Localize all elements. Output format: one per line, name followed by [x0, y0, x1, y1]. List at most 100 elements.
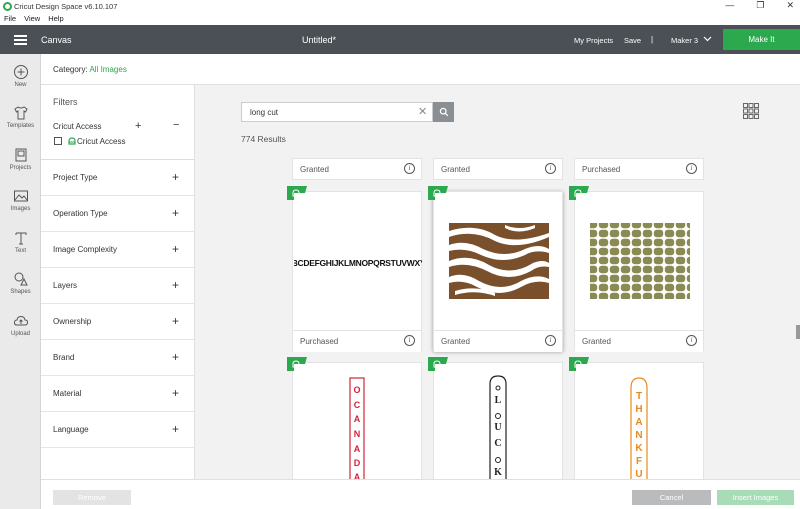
plus-icon[interactable]: +	[172, 242, 179, 256]
image-card-footer: Granted i	[575, 330, 703, 352]
search-input[interactable]: long cut	[250, 108, 278, 117]
ownership-status: Granted	[441, 337, 470, 346]
cricut-access-option-label: Cricut Access	[77, 137, 126, 146]
minus-icon[interactable]: −	[173, 119, 179, 131]
text-icon	[15, 232, 26, 245]
maximize-button[interactable]: ❐	[756, 0, 764, 11]
filter-operation-type[interactable]: Operation Type +	[41, 196, 195, 232]
menu-file[interactable]: File	[4, 14, 16, 25]
tool-text[interactable]: Text	[0, 230, 41, 254]
cricut-access-checkbox[interactable]	[54, 137, 62, 145]
image-card[interactable]: LUC KY	[428, 357, 563, 479]
image-card-footer: Purchased i	[293, 330, 421, 352]
info-icon[interactable]: i	[545, 335, 556, 346]
menu-bar: File View Help	[0, 14, 800, 25]
plus-icon[interactable]: +	[172, 206, 179, 220]
ownership-status: Granted	[441, 165, 470, 174]
menu-help[interactable]: Help	[48, 14, 63, 25]
app-header: Canvas Untitled* My Projects Save | Make…	[0, 25, 800, 54]
document-title[interactable]: Untitled*	[302, 35, 336, 45]
chevron-down-icon[interactable]	[703, 34, 712, 45]
info-icon[interactable]: i	[686, 163, 697, 174]
tool-shapes-label: Shapes	[10, 289, 31, 295]
tool-projects[interactable]: Projects	[0, 147, 41, 171]
tool-new[interactable]: New	[0, 64, 41, 88]
canvas-label: Canvas	[41, 35, 72, 45]
search-button[interactable]	[433, 102, 454, 122]
info-icon[interactable]: i	[545, 163, 556, 174]
tool-text-label: Text	[14, 248, 26, 254]
alphabet-image: ABCDEFGHIJKLMNOPQRSTUVWXYZ	[286, 193, 431, 329]
plus-icon[interactable]: +	[172, 170, 179, 184]
info-icon[interactable]: i	[404, 163, 415, 174]
tool-upload-label: Upload	[10, 331, 30, 337]
filter-language[interactable]: Language +	[41, 412, 195, 448]
minimize-button[interactable]: —	[725, 0, 734, 11]
image-card[interactable]: OCAN ADA	[287, 357, 422, 479]
tool-shapes[interactable]: Shapes	[0, 271, 41, 295]
cricut-app-icon	[3, 2, 12, 11]
image-card-footer: Granted i	[292, 158, 422, 180]
crocodile-skin-image	[576, 193, 702, 329]
filter-ownership[interactable]: Ownership +	[41, 304, 195, 340]
image-card[interactable]: ABCDEFGHIJKLMNOPQRSTUVWXYZ Purchased i	[286, 186, 431, 352]
results-scrollbar-thumb[interactable]	[796, 325, 800, 339]
image-card-footer: Granted i	[434, 330, 562, 352]
image-icon	[13, 190, 28, 202]
info-icon[interactable]: i	[404, 335, 415, 346]
ownership-status: Purchased	[300, 337, 339, 346]
menu-view[interactable]: View	[24, 14, 40, 25]
tool-templates[interactable]: Templates	[0, 105, 41, 129]
filter-brand[interactable]: Brand +	[41, 340, 195, 376]
category-label: Category: All Images	[53, 65, 127, 74]
image-card[interactable]: Granted i	[428, 186, 563, 352]
cricut-access-title: Cricut Access	[53, 122, 102, 131]
remove-button[interactable]: Remove	[53, 490, 131, 505]
close-window-button[interactable]: ✕	[786, 0, 794, 11]
filter-material[interactable]: Material +	[41, 376, 195, 412]
svg-text:U: U	[494, 422, 501, 433]
plus-icon[interactable]: +	[172, 386, 179, 400]
tool-images[interactable]: Images	[0, 188, 41, 212]
plus-icon[interactable]: +	[172, 314, 179, 328]
plus-icon[interactable]: +	[172, 278, 179, 292]
svg-text:D: D	[354, 458, 361, 468]
svg-text:N: N	[635, 430, 642, 441]
ownership-status: Granted	[582, 337, 611, 346]
svg-text:K: K	[635, 443, 643, 454]
svg-text:L: L	[495, 395, 502, 406]
make-it-button[interactable]: Make It	[723, 29, 800, 50]
o-canada-banner-image: OCAN ADA	[294, 364, 420, 479]
filters-heading: Filters	[53, 97, 78, 107]
category-value-link[interactable]: All Images	[89, 65, 126, 74]
machine-select[interactable]: Maker 3	[671, 36, 698, 45]
my-projects-link[interactable]: My Projects	[574, 36, 613, 45]
tool-projects-label: Projects	[9, 165, 32, 171]
filter-layers[interactable]: Layers +	[41, 268, 195, 304]
plus-icon[interactable]: +	[135, 120, 141, 132]
svg-text:A: A	[354, 472, 361, 479]
image-card[interactable]: THAN KFUL	[569, 357, 704, 479]
plus-icon[interactable]: +	[172, 422, 179, 436]
svg-text:A: A	[635, 417, 642, 428]
svg-text:O: O	[353, 385, 360, 395]
insert-images-button[interactable]: Insert Images	[717, 490, 794, 505]
svg-text:T: T	[636, 391, 642, 402]
filter-project-type[interactable]: Project Type +	[41, 160, 195, 196]
filter-image-complexity[interactable]: Image Complexity +	[41, 232, 195, 268]
clear-search-icon[interactable]: ✕	[418, 105, 427, 118]
grid-view-icon[interactable]	[743, 103, 759, 119]
info-icon[interactable]: i	[686, 335, 697, 346]
category-bar: Category: All Images	[41, 54, 800, 85]
zebra-print-image	[435, 193, 561, 329]
cancel-button[interactable]: Cancel	[632, 490, 711, 505]
search-box[interactable]: long cut ✕	[241, 102, 433, 122]
save-link[interactable]: Save	[624, 36, 641, 45]
image-card[interactable]: Granted i	[569, 186, 704, 352]
hamburger-menu-icon[interactable]	[14, 35, 27, 45]
tool-upload[interactable]: Upload	[0, 313, 41, 337]
plus-icon[interactable]: +	[172, 350, 179, 364]
image-card-footer: Purchased i	[574, 158, 704, 180]
window-title: Cricut Design Space v6.10.107	[14, 2, 118, 11]
filter-label: Ownership	[53, 317, 92, 326]
